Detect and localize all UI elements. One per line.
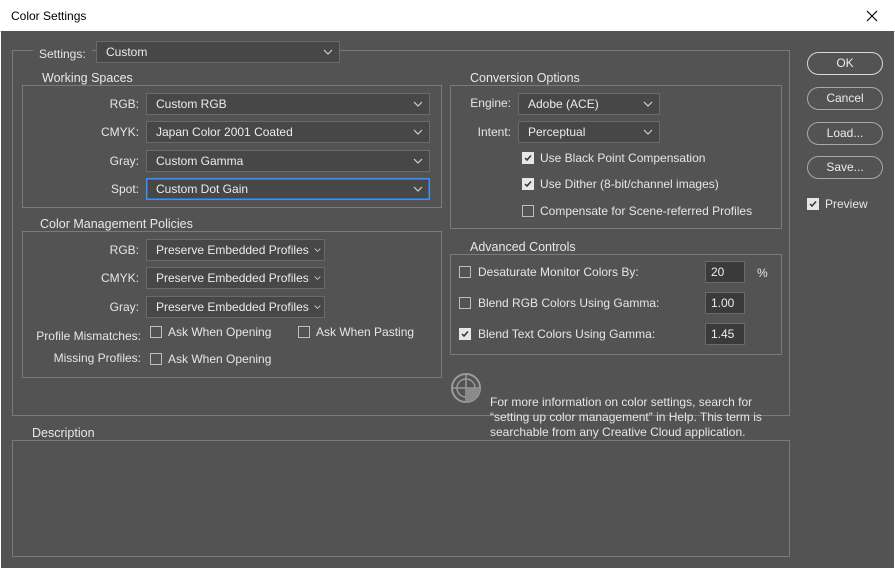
title-bar: Color Settings: [0, 0, 895, 32]
window-title: Color Settings: [11, 9, 87, 23]
engine-value: Adobe (ACE): [528, 97, 599, 111]
ws-cmyk-label: CMYK:: [100, 125, 139, 139]
chevron-down-icon: [413, 129, 423, 135]
intent-label: Intent:: [477, 125, 511, 139]
policy-cmyk-value: Preserve Embedded Profiles: [156, 271, 309, 285]
cancel-button[interactable]: Cancel: [807, 87, 883, 110]
ws-gray-label: Gray:: [109, 154, 139, 168]
policy-gray-label: Gray:: [109, 300, 139, 314]
dialog-body: Settings: Custom Working Spaces RGB: Cus…: [1, 31, 894, 568]
ws-cmyk-dropdown[interactable]: Japan Color 2001 Coated: [146, 121, 430, 143]
ws-spot-dropdown[interactable]: Custom Dot Gain: [146, 178, 430, 200]
missing-ask-opening-label: Ask When Opening: [168, 352, 272, 366]
desaturate-label: Desaturate Monitor Colors By:: [478, 265, 639, 279]
profile-mismatches-label: Profile Mismatches:: [36, 329, 141, 343]
mismatch-ask-pasting-label: Ask When Pasting: [316, 325, 415, 339]
checkmark-icon: [524, 181, 532, 188]
mismatch-ask-opening-label: Ask When Opening: [168, 325, 272, 339]
chevron-down-icon: [323, 49, 333, 55]
info-text: For more information on color settings, …: [490, 395, 762, 439]
blend-text-input[interactable]: 1.45: [705, 323, 745, 345]
intent-value: Perceptual: [528, 125, 586, 139]
ws-rgb-value: Custom RGB: [156, 97, 227, 111]
close-icon: [866, 10, 878, 21]
chevron-down-icon: [643, 129, 653, 135]
missing-profiles-label: Missing Profiles:: [53, 351, 141, 365]
blend-text-label: Blend Text Colors Using Gamma:: [478, 327, 656, 341]
load-button[interactable]: Load...: [807, 122, 883, 145]
ws-gray-dropdown[interactable]: Custom Gamma: [146, 150, 430, 172]
ws-gray-value: Custom Gamma: [156, 154, 244, 168]
checkmark-icon: [809, 201, 817, 208]
engine-label: Engine:: [470, 96, 511, 110]
chevron-down-icon: [413, 186, 423, 192]
chevron-down-icon: [314, 248, 321, 252]
policy-cmyk-label: CMYK:: [100, 271, 139, 285]
color-info-icon: [451, 373, 481, 403]
blend-rgb-checkbox[interactable]: [459, 297, 471, 309]
ws-rgb-dropdown[interactable]: Custom RGB: [146, 93, 430, 115]
policy-cmyk-dropdown[interactable]: Preserve Embedded Profiles: [146, 267, 325, 289]
blend-text-checkbox[interactable]: [459, 328, 471, 340]
desaturate-checkbox[interactable]: [459, 266, 471, 278]
policy-gray-value: Preserve Embedded Profiles: [156, 300, 309, 314]
ws-spot-label: Spot:: [110, 182, 139, 196]
ws-spot-value: Custom Dot Gain: [156, 182, 249, 196]
checkmark-icon: [524, 155, 532, 162]
checkmark-icon: [461, 331, 469, 338]
description-group: [12, 440, 790, 557]
save-button[interactable]: Save...: [807, 156, 883, 179]
intent-dropdown[interactable]: Perceptual: [518, 121, 660, 143]
settings-label: Settings:: [39, 47, 86, 61]
blend-rgb-label: Blend RGB Colors Using Gamma:: [478, 296, 660, 310]
desaturate-input[interactable]: 20: [705, 261, 745, 283]
missing-ask-opening-checkbox[interactable]: [150, 353, 162, 365]
scene-referred-label: Compensate for Scene-referred Profiles: [540, 204, 753, 218]
dither-checkbox[interactable]: [522, 178, 534, 190]
preview-label: Preview: [825, 197, 868, 211]
ws-rgb-label: RGB:: [109, 97, 139, 111]
policy-rgb-label: RGB:: [109, 243, 139, 257]
black-point-label: Use Black Point Compensation: [540, 151, 706, 165]
black-point-checkbox[interactable]: [522, 152, 534, 164]
chevron-down-icon: [413, 101, 423, 107]
scene-referred-checkbox[interactable]: [522, 205, 534, 217]
settings-legend: Settings:: [33, 44, 92, 64]
advanced-title: Advanced Controls: [466, 240, 580, 254]
conversion-title: Conversion Options: [466, 71, 584, 85]
settings-dropdown[interactable]: Custom: [96, 41, 340, 63]
policy-rgb-value: Preserve Embedded Profiles: [156, 243, 309, 257]
working-spaces-title: Working Spaces: [38, 71, 137, 85]
description-title: Description: [28, 426, 99, 440]
chevron-down-icon: [314, 276, 321, 280]
chevron-down-icon: [314, 305, 321, 309]
close-button[interactable]: [849, 0, 895, 31]
policies-title: Color Management Policies: [36, 217, 197, 231]
settings-value: Custom: [106, 45, 148, 59]
engine-dropdown[interactable]: Adobe (ACE): [518, 93, 660, 115]
ok-button[interactable]: OK: [807, 52, 883, 75]
chevron-down-icon: [643, 101, 653, 107]
mismatch-ask-pasting-checkbox[interactable]: [298, 326, 310, 338]
policy-rgb-dropdown[interactable]: Preserve Embedded Profiles: [146, 239, 325, 261]
dither-label: Use Dither (8-bit/channel images): [540, 177, 719, 191]
mismatch-ask-opening-checkbox[interactable]: [150, 326, 162, 338]
chevron-down-icon: [413, 158, 423, 164]
blend-rgb-input[interactable]: 1.00: [705, 292, 745, 314]
ws-cmyk-value: Japan Color 2001 Coated: [156, 125, 293, 139]
preview-checkbox[interactable]: [807, 198, 819, 210]
policy-gray-dropdown[interactable]: Preserve Embedded Profiles: [146, 296, 325, 318]
desaturate-unit: %: [757, 266, 768, 280]
